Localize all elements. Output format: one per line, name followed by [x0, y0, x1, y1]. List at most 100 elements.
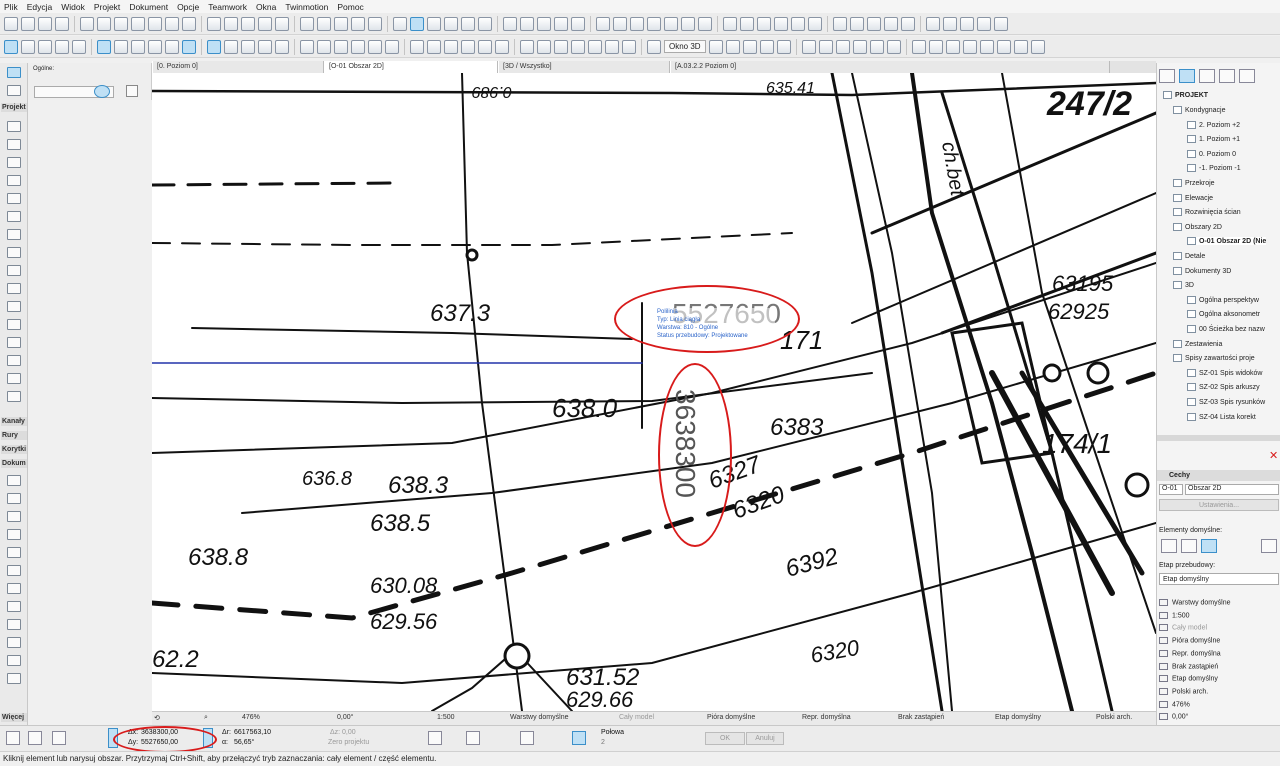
- menu-okna[interactable]: Okna: [256, 2, 276, 12]
- toolbar-tool-icon[interactable]: [97, 39, 111, 54]
- zoom-search-icon[interactable]: ⌕: [204, 714, 208, 722]
- toolbar-tool-icon[interactable]: [537, 16, 551, 31]
- ok-button[interactable]: OK: [705, 732, 745, 745]
- morph-icon[interactable]: [7, 319, 21, 330]
- fill-icon[interactable]: [7, 547, 21, 558]
- toolbar-tool-icon[interactable]: [725, 39, 740, 54]
- toolbar-tool-icon[interactable]: [148, 16, 162, 31]
- toolbar-tool-icon[interactable]: [114, 39, 128, 54]
- toolbar-tool-icon[interactable]: [393, 16, 407, 31]
- elevation-marker-icon[interactable]: [7, 655, 21, 666]
- organizer-icon[interactable]: [1239, 69, 1255, 83]
- phase-select[interactable]: Etap domyślny: [1159, 573, 1279, 585]
- zero-project-select[interactable]: Zero projektu: [328, 739, 369, 746]
- zone-icon[interactable]: [7, 355, 21, 366]
- stair-icon[interactable]: [7, 211, 21, 222]
- toolbar-tool-icon[interactable]: [759, 39, 774, 54]
- tree-item[interactable]: 1. Poziom +1: [1187, 135, 1240, 144]
- repr-value[interactable]: Repr. domyślna: [802, 714, 851, 721]
- toolbar-tool-icon[interactable]: [131, 39, 145, 54]
- hotspot-icon[interactable]: [7, 673, 21, 684]
- toolbar-tool-icon[interactable]: [334, 39, 348, 54]
- tree-item[interactable]: 0. Poziom 0: [1187, 149, 1236, 158]
- dz-field[interactable]: 0,00: [342, 729, 356, 736]
- toolbar-tool-icon[interactable]: [478, 39, 492, 54]
- text-icon[interactable]: [7, 511, 21, 522]
- angle-value[interactable]: 0,00°: [337, 714, 353, 721]
- toolbar-tool-icon[interactable]: [630, 16, 644, 31]
- toolbar-tool-icon[interactable]: [334, 16, 348, 31]
- toolbar-tool-icon[interactable]: [520, 16, 534, 31]
- toolbar-tool-icon[interactable]: [444, 39, 458, 54]
- toolbar-tool-icon[interactable]: [647, 39, 661, 54]
- tree-item[interactable]: Spisy zawartości proje: [1173, 354, 1255, 363]
- drawing-icon[interactable]: [7, 619, 21, 630]
- toolbar-tool-icon[interactable]: [258, 39, 272, 54]
- menu-edycja[interactable]: Edycja: [27, 2, 53, 12]
- toolbar-tool-icon[interactable]: [1013, 39, 1028, 54]
- publisher-icon[interactable]: [1219, 69, 1235, 83]
- toolbar-tool-icon[interactable]: [427, 16, 441, 31]
- toolbar-tool-icon[interactable]: [867, 16, 881, 31]
- defaults-icon[interactable]: [1161, 539, 1177, 553]
- toolbar-tool-icon[interactable]: [444, 16, 458, 31]
- toolbar-tool-icon[interactable]: [258, 16, 272, 31]
- toolbar-tool-icon[interactable]: [833, 16, 847, 31]
- toolbar-tool-icon[interactable]: [869, 39, 884, 54]
- toolbar-tool-icon[interactable]: [148, 39, 162, 54]
- slab-icon[interactable]: [7, 391, 21, 402]
- property-row[interactable]: Cały model: [1159, 624, 1207, 632]
- toolbar-tool-icon[interactable]: [275, 39, 289, 54]
- toolbar-tool-icon[interactable]: [241, 16, 255, 31]
- column-icon[interactable]: [7, 139, 21, 150]
- toolbar-tool-icon[interactable]: [886, 39, 901, 54]
- settings-button[interactable]: Ustawienia...: [1159, 499, 1279, 511]
- toolbar-tool-icon[interactable]: [852, 39, 867, 54]
- property-row[interactable]: Etap domyślny: [1159, 675, 1218, 683]
- toolbar-tool-icon[interactable]: [605, 39, 619, 54]
- view-icon[interactable]: [1261, 539, 1277, 553]
- toolbar-tool-icon[interactable]: [72, 39, 86, 54]
- toolbar-tool-icon[interactable]: [901, 16, 915, 31]
- toolbar-tool-icon[interactable]: [351, 16, 365, 31]
- toolbar-tool-icon[interactable]: [708, 39, 723, 54]
- tree-item[interactable]: SZ-01 Spis widoków: [1187, 368, 1262, 377]
- grid-icon[interactable]: [28, 731, 42, 745]
- beam-icon[interactable]: [7, 157, 21, 168]
- tree-item[interactable]: 3D: [1173, 281, 1194, 290]
- drawing-canvas[interactable]: 0.989 635.41 247/2 637.3 5527650 638.0 3…: [152, 73, 1156, 711]
- menu-plik[interactable]: Plik: [4, 2, 18, 12]
- toolbar-tool-icon[interactable]: [835, 39, 850, 54]
- property-row[interactable]: Repr. domyślna: [1159, 649, 1221, 657]
- toolbar-tool-icon[interactable]: [994, 16, 1008, 31]
- toolbar-tool-icon[interactable]: [977, 16, 991, 31]
- toolbar-tool-icon[interactable]: [622, 39, 636, 54]
- menu-projekt[interactable]: Projekt: [94, 2, 120, 12]
- toolbar-tool-icon[interactable]: [664, 16, 678, 31]
- tree-item[interactable]: -1. Poziom -1: [1187, 164, 1241, 173]
- toolbar-tool-icon[interactable]: [537, 39, 551, 54]
- toolbar-tool-icon[interactable]: [368, 16, 382, 31]
- menu-pomoc[interactable]: Pomoc: [337, 2, 363, 12]
- toolbar-tool-icon[interactable]: [850, 16, 864, 31]
- toolbar-tool-icon[interactable]: [926, 16, 940, 31]
- toolbar-tool-icon[interactable]: [647, 16, 661, 31]
- tree-item[interactable]: Przekroje: [1173, 179, 1215, 187]
- toolbar-tool-icon[interactable]: [681, 16, 695, 31]
- property-row[interactable]: Warstwy domyślne: [1159, 599, 1230, 606]
- phase-value[interactable]: Etap domyślny: [995, 714, 1041, 721]
- guide-icon[interactable]: [466, 731, 480, 745]
- toolbar-tool-icon[interactable]: [97, 16, 111, 31]
- skylight-icon[interactable]: [7, 283, 21, 294]
- toolbar-tool-icon[interactable]: [1030, 39, 1045, 54]
- property-row[interactable]: 1:500: [1159, 611, 1190, 619]
- tree-scrollbar[interactable]: [1157, 435, 1280, 441]
- name-field[interactable]: Obszar 2D: [1185, 484, 1279, 495]
- toolbar-tool-icon[interactable]: [588, 39, 602, 54]
- toolbar-tool-icon[interactable]: [317, 39, 331, 54]
- tab-3d-wszystko[interactable]: [3D / Wszystko]: [498, 61, 670, 73]
- label-icon[interactable]: [7, 529, 21, 540]
- toolbar-tool-icon[interactable]: [55, 16, 69, 31]
- level-icon[interactable]: [7, 493, 21, 504]
- toolbar-tool-icon[interactable]: [495, 39, 509, 54]
